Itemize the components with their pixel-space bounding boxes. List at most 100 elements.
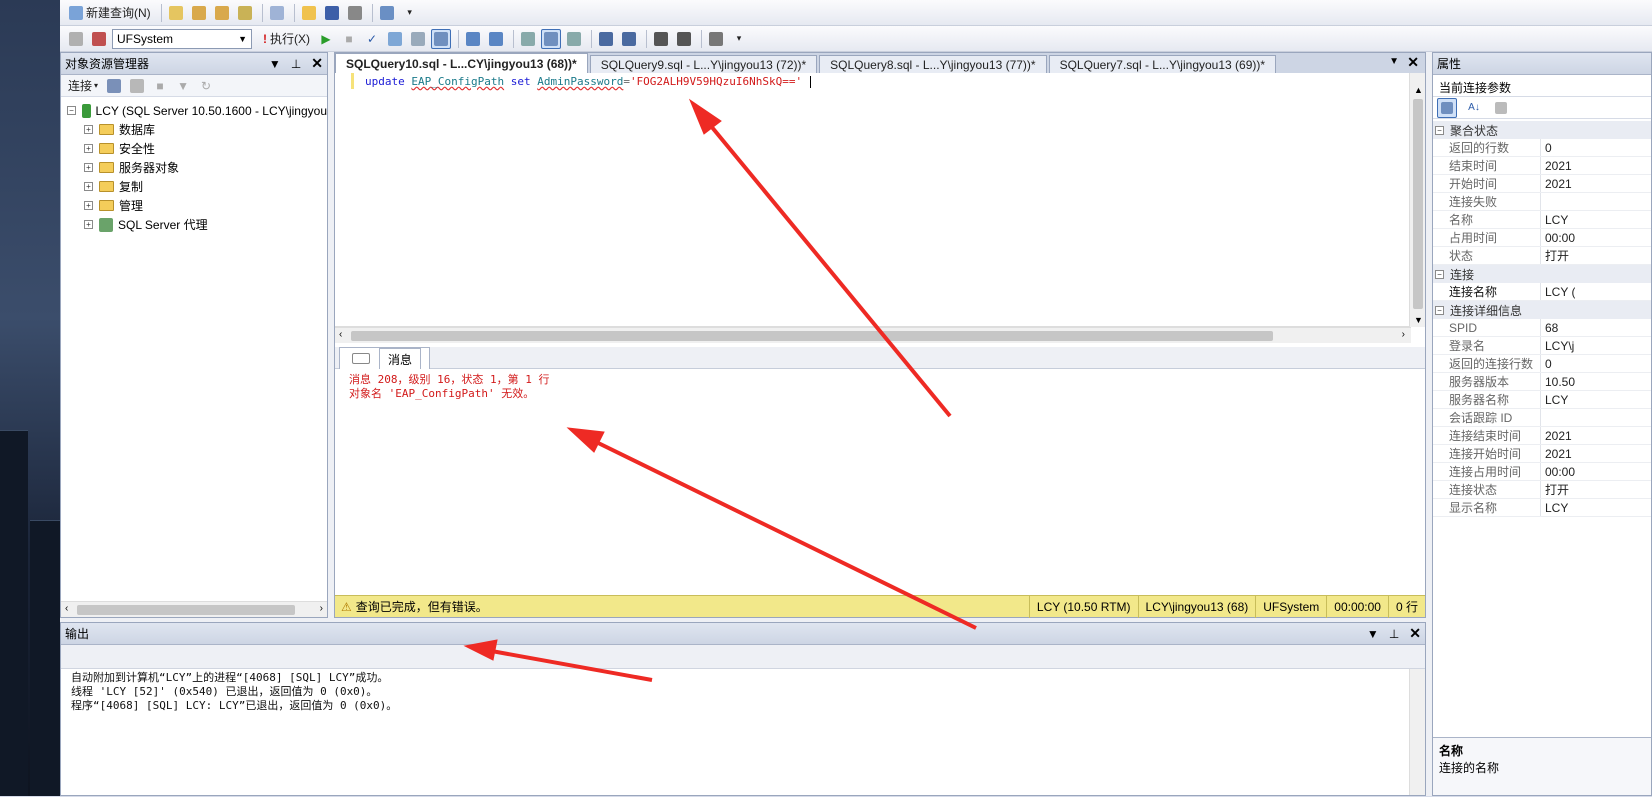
scroll-thumb[interactable] xyxy=(77,605,295,615)
property-row[interactable]: 返回的行数 0 xyxy=(1433,139,1651,157)
scroll-right-icon[interactable]: › xyxy=(1402,329,1405,340)
execute-button[interactable]: ! 执行(X) xyxy=(260,29,313,49)
tree-node-server[interactable]: − LCY (SQL Server 10.50.1600 - LCY\jingyo… xyxy=(67,101,327,120)
tree-node-databases[interactable]: + 数据库 xyxy=(67,120,327,139)
open-file-button[interactable] xyxy=(299,3,319,23)
category-connection[interactable]: − 连接 xyxy=(1433,265,1651,283)
scroll-left-icon[interactable]: ‹ xyxy=(339,329,342,340)
results-to-grid-button[interactable] xyxy=(431,28,451,49)
tab-sqlquery7[interactable]: SQLQuery7.sql - L...Y\jingyou13 (69))* xyxy=(1048,55,1277,73)
db-engine-query-button[interactable] xyxy=(166,3,186,23)
property-row[interactable]: 连接名称 LCY ( xyxy=(1433,283,1651,301)
alphabetical-button[interactable]: A↓ xyxy=(1464,98,1484,118)
tab-sqlquery8[interactable]: SQLQuery8.sql - L...Y\jingyou13 (77))* xyxy=(819,55,1047,73)
pin-icon[interactable]: ⊥ xyxy=(291,57,301,71)
tab-sqlquery10[interactable]: SQLQuery10.sql - L...CY\jingyou13 (68))* xyxy=(335,53,588,73)
stop-explorer-button[interactable]: ■ xyxy=(150,76,170,96)
property-row[interactable]: 连接结束时间 2021 xyxy=(1433,427,1651,445)
scroll-down-icon[interactable]: ▼ xyxy=(1414,315,1423,325)
property-row[interactable]: 显示名称 LCY xyxy=(1433,499,1651,517)
property-row[interactable]: 返回的连接行数 0 xyxy=(1433,355,1651,373)
analysis-query-button[interactable] xyxy=(189,3,209,23)
save-button[interactable] xyxy=(322,3,342,23)
property-row[interactable]: 状态 打开 xyxy=(1433,247,1651,265)
results-to-file-button[interactable] xyxy=(564,29,584,49)
filter-button[interactable]: ▼ xyxy=(173,76,193,96)
query-designer-button[interactable] xyxy=(408,29,428,49)
results-grid-toggle-button[interactable] xyxy=(541,28,561,49)
sql-code-area[interactable]: update EAP_ConfigPath set AdminPassword=… xyxy=(335,73,1411,327)
property-pages-button[interactable] xyxy=(1491,98,1511,118)
close-icon[interactable]: ✕ xyxy=(1407,54,1419,71)
specify-values-button[interactable] xyxy=(706,29,726,49)
tab-list-icon[interactable]: ▼ xyxy=(1389,56,1399,67)
pin-icon[interactable]: ⊥ xyxy=(1389,627,1399,641)
messages-pane[interactable]: 消息 208，级别 16，状态 1，第 1 行 对象名 'EAP_ConfigP… xyxy=(335,369,1411,575)
dropdown-icon[interactable]: ▼ xyxy=(1367,627,1379,641)
property-row[interactable]: 结束时间 2021 xyxy=(1433,157,1651,175)
property-row[interactable]: 会话跟踪 ID xyxy=(1433,409,1651,427)
property-row[interactable]: SPID 68 xyxy=(1433,319,1651,337)
close-icon[interactable]: ✕ xyxy=(311,56,323,71)
results-to-text-button[interactable] xyxy=(518,29,538,49)
scroll-thumb[interactable] xyxy=(351,331,1273,341)
connect-button[interactable] xyxy=(66,29,86,49)
collapse-icon[interactable]: − xyxy=(1435,305,1444,315)
scroll-left-icon[interactable]: ‹ xyxy=(65,603,68,614)
display-plan-button[interactable] xyxy=(385,29,405,49)
dmx-query-button[interactable] xyxy=(235,3,255,23)
client-stats-button[interactable] xyxy=(486,29,506,49)
collapse-icon[interactable]: − xyxy=(1435,269,1444,279)
change-connection-button[interactable] xyxy=(89,29,109,49)
collapse-icon[interactable]: − xyxy=(1435,125,1444,135)
category-connection-details[interactable]: − 连接详细信息 xyxy=(1433,301,1651,319)
tree-node-server-objects[interactable]: + 服务器对象 xyxy=(67,158,327,177)
increase-indent-button[interactable] xyxy=(674,29,694,49)
close-icon[interactable]: ✕ xyxy=(1409,626,1421,641)
scroll-right-icon[interactable]: › xyxy=(320,603,323,614)
expand-icon[interactable]: + xyxy=(84,201,93,210)
xmla-query-button[interactable] xyxy=(267,3,287,23)
expand-icon[interactable]: + xyxy=(84,125,93,134)
collapse-icon[interactable]: − xyxy=(67,106,76,115)
uncomment-button[interactable] xyxy=(619,29,639,49)
tree-node-replication[interactable]: + 复制 xyxy=(67,177,327,196)
database-select[interactable]: UFSystem ▼ xyxy=(112,28,252,49)
expand-icon[interactable]: + xyxy=(84,220,93,229)
refresh-button[interactable]: ↻ xyxy=(196,76,216,96)
property-row[interactable]: 连接状态 打开 xyxy=(1433,481,1651,499)
comment-button[interactable] xyxy=(596,29,616,49)
property-row[interactable]: 登录名 LCY\j xyxy=(1433,337,1651,355)
category-aggregate-status[interactable]: − 聚合状态 xyxy=(1433,121,1651,139)
property-row[interactable]: 连接开始时间 2021 xyxy=(1433,445,1651,463)
toolbar2-overflow-button[interactable]: ▾ xyxy=(729,29,749,49)
parse-button[interactable]: ✓ xyxy=(362,29,382,49)
property-row[interactable]: 占用时间 00:00 xyxy=(1433,229,1651,247)
property-row[interactable]: 连接占用时间 00:00 xyxy=(1433,463,1651,481)
output-vscrollbar[interactable] xyxy=(1409,669,1425,795)
property-row[interactable]: 服务器名称 LCY xyxy=(1433,391,1651,409)
expand-icon[interactable]: + xyxy=(84,144,93,153)
property-row[interactable]: 服务器版本 10.50 xyxy=(1433,373,1651,391)
dropdown-icon[interactable]: ▼ xyxy=(269,57,281,71)
debug-button[interactable]: ▶ xyxy=(316,29,336,49)
property-row[interactable]: 开始时间 2021 xyxy=(1433,175,1651,193)
output-text[interactable]: 自动附加到计算机“LCY”上的进程“[4068] [SQL] LCY”成功。 线… xyxy=(61,669,1411,797)
mdx-query-button[interactable] xyxy=(212,3,232,23)
decrease-indent-button[interactable] xyxy=(651,29,671,49)
categorized-button[interactable] xyxy=(1437,97,1457,118)
toolbar-overflow-button[interactable]: ▾ xyxy=(400,3,420,23)
include-plan-button[interactable] xyxy=(463,29,483,49)
tab-sqlquery9[interactable]: SQLQuery9.sql - L...Y\jingyou13 (72))* xyxy=(589,55,818,73)
property-row[interactable]: 名称 LCY xyxy=(1433,211,1651,229)
tree-node-management[interactable]: + 管理 xyxy=(67,196,327,215)
object-explorer-hscrollbar[interactable]: ‹ › xyxy=(61,601,327,617)
properties-object-select[interactable]: 当前连接参数 xyxy=(1433,75,1651,97)
new-query-button[interactable]: 新建查询(N) xyxy=(66,3,154,23)
scroll-thumb[interactable] xyxy=(1413,99,1423,309)
print-button[interactable] xyxy=(345,3,365,23)
scroll-up-icon[interactable]: ▲ xyxy=(1414,85,1423,95)
tab-messages[interactable]: 消息 xyxy=(339,347,431,370)
editor-hscrollbar[interactable]: ‹ › xyxy=(335,327,1411,343)
tree-node-agent[interactable]: + SQL Server 代理 xyxy=(67,215,327,234)
